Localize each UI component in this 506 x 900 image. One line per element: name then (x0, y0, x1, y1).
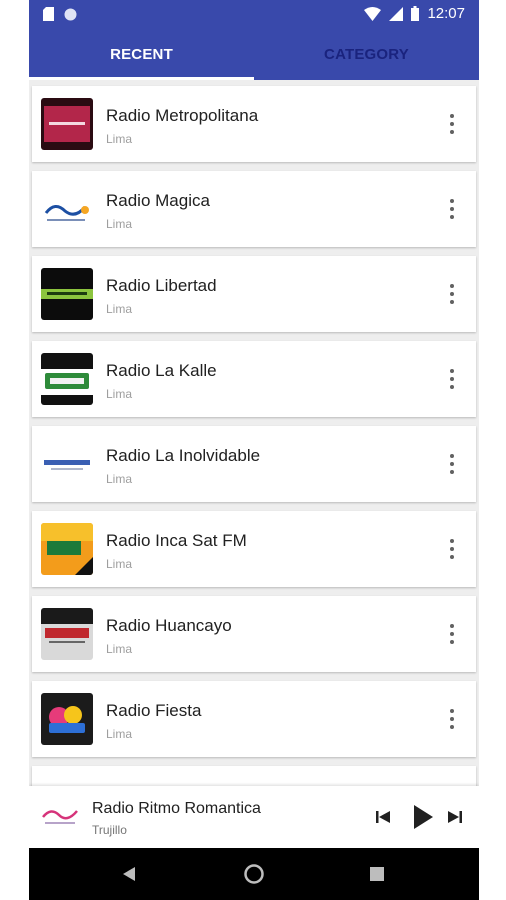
station-name: Radio Huancayo (106, 616, 232, 635)
la-kalle-logo (41, 353, 93, 405)
player-subtitle: Trujillo (92, 823, 127, 837)
station-city: Lima (106, 727, 133, 741)
skip-previous-icon[interactable] (375, 809, 391, 825)
wifi-icon (364, 6, 382, 21)
navigation-bar (29, 848, 479, 900)
station-card[interactable]: Radio Metropolitana Lima (32, 86, 476, 162)
play-icon[interactable] (412, 804, 434, 830)
magica-logo (41, 183, 93, 235)
ritmo-romantica-logo (39, 795, 81, 837)
sd-card-icon (43, 7, 54, 21)
more-vert-icon[interactable] (442, 452, 462, 476)
tab-category-label: CATEGORY (324, 45, 409, 63)
tab-selected-indicator (29, 77, 254, 80)
station-card[interactable]: Radio Fiesta Lima (32, 681, 476, 757)
station-name: Radio Fiesta (106, 701, 202, 720)
station-name: Radio Magica (106, 191, 210, 210)
player-title: Radio Ritmo Romantica (92, 800, 261, 817)
tab-recent[interactable]: RECENT (29, 28, 254, 80)
station-city: Lima (106, 132, 133, 146)
mini-player[interactable]: Radio Ritmo Romantica Trujillo (29, 786, 479, 848)
station-name: Radio La Inolvidable (106, 446, 261, 465)
station-city: Lima (106, 557, 133, 571)
more-vert-icon[interactable] (442, 367, 462, 391)
recents-icon[interactable] (347, 848, 407, 900)
libertad-logo (41, 268, 93, 320)
huancayo-logo (41, 608, 93, 660)
home-icon[interactable] (224, 848, 284, 900)
station-card[interactable]: Radio Huancayo Lima (32, 596, 476, 672)
station-card[interactable]: Radio La Kalle Lima (32, 341, 476, 417)
station-card[interactable]: Radio Libertad Lima (32, 256, 476, 332)
inca-sat-logo (41, 523, 93, 575)
tab-category[interactable]: CATEGORY (254, 28, 479, 80)
back-icon[interactable] (99, 848, 159, 900)
more-vert-icon[interactable] (442, 622, 462, 646)
station-card[interactable]: Radio Magica Lima (32, 171, 476, 247)
more-vert-icon[interactable] (442, 707, 462, 731)
more-vert-icon[interactable] (442, 112, 462, 136)
phone-screen: 12:07 RECENT CATEGORY Radio Metropolitan… (29, 0, 479, 900)
tab-bar: RECENT CATEGORY (29, 28, 479, 80)
more-vert-icon[interactable] (442, 537, 462, 561)
station-city: Lima (106, 642, 133, 656)
station-city: Lima (106, 217, 133, 231)
station-name: Radio Metropolitana (106, 106, 259, 125)
circle-icon (64, 8, 77, 20)
tab-recent-label: RECENT (110, 45, 173, 63)
more-vert-icon[interactable] (442, 282, 462, 306)
la-inolvidable-logo (41, 438, 93, 490)
more-vert-icon[interactable] (442, 197, 462, 221)
status-time: 12:07 (427, 5, 465, 22)
station-card[interactable]: Radio Inca Sat FM Lima (32, 511, 476, 587)
fiesta-logo (41, 693, 93, 745)
signal-icon (389, 6, 404, 21)
station-name: Radio Inca Sat FM (106, 531, 247, 550)
station-city: Lima (106, 472, 133, 486)
station-card[interactable]: Radio La Inolvidable Lima (32, 426, 476, 502)
skip-next-icon[interactable] (447, 809, 463, 825)
station-name: Radio Libertad (106, 276, 217, 295)
metropolitana-logo (41, 98, 93, 150)
station-city: Lima (106, 387, 133, 401)
station-name: Radio La Kalle (106, 361, 217, 380)
battery-icon (411, 6, 420, 21)
status-bar: 12:07 (29, 0, 479, 28)
station-city: Lima (106, 302, 133, 316)
